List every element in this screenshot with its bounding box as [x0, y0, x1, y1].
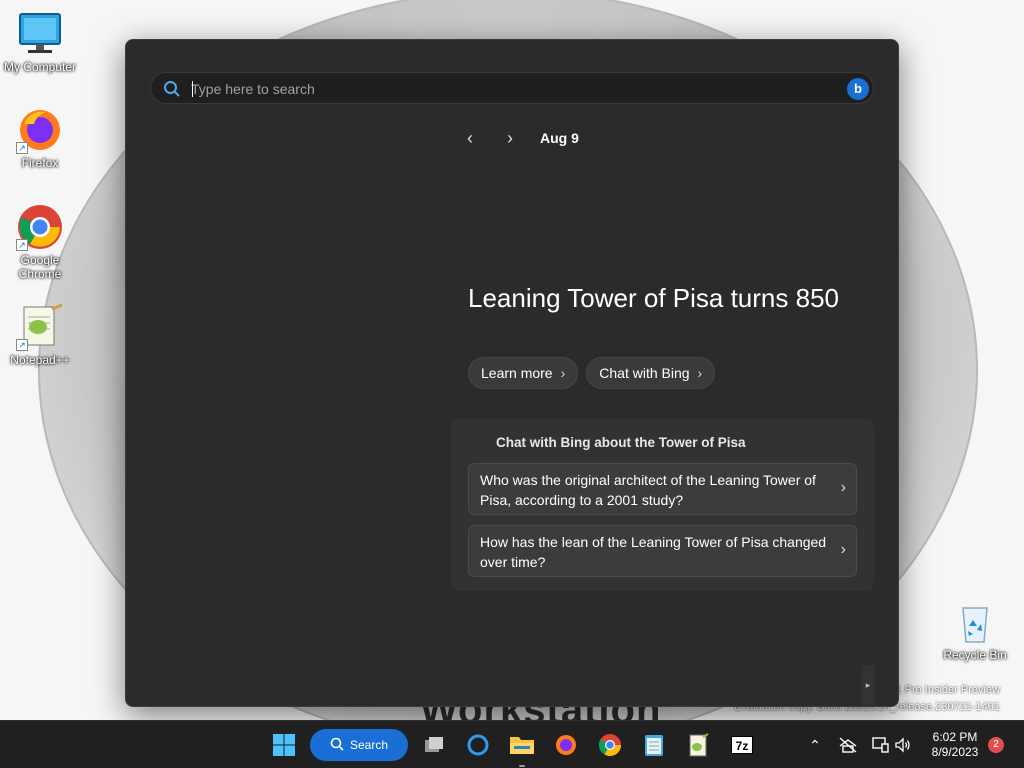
chrome-icon[interactable] — [594, 729, 626, 761]
taskbar-search-button[interactable]: Search — [310, 729, 408, 761]
shortcut-arrow-icon: ↗ — [16, 239, 28, 251]
monitor-icon — [16, 10, 64, 58]
search-flyout: b ‹ › Aug 9 Leaning Tower of Pisa turns … — [125, 39, 899, 707]
desktop-icon-label: Google Chrome — [18, 253, 62, 281]
clock[interactable]: 6:02 PM 8/9/2023 — [920, 730, 990, 760]
desktop-icon-recycle-bin[interactable]: Recycle Bin — [935, 598, 1015, 662]
taskbar-search-label: Search — [349, 738, 389, 752]
chevron-right-icon: › — [560, 365, 566, 381]
highlight-date: Aug 9 — [540, 130, 579, 146]
learn-more-label: Learn more — [481, 365, 553, 381]
desktop-icon-firefox[interactable]: ↗ Firefox — [0, 106, 80, 170]
chevron-right-icon: › — [840, 479, 846, 496]
cortana-icon[interactable] — [462, 729, 494, 761]
suggested-question[interactable]: How has the lean of the Leaning Tower of… — [468, 525, 857, 577]
desktop-icon-notepadpp[interactable]: ↗ Notepad++ — [0, 303, 80, 367]
question-text: Who was the original architect of the Le… — [480, 472, 816, 508]
desktop-icon-my-computer[interactable]: My Computer — [0, 10, 80, 74]
file-explorer-icon[interactable] — [506, 729, 538, 761]
search-box[interactable]: b — [150, 72, 874, 104]
notepadpp-icon[interactable] — [682, 729, 714, 761]
highlight-actions: Learn more › Chat with Bing › — [468, 357, 716, 389]
desktop-icon-label: Firefox — [21, 156, 59, 170]
watermark-line1: 11 Pro Insider Preview — [890, 684, 1000, 696]
chevron-up-icon[interactable]: ⌃ — [800, 729, 830, 761]
notepad-icon[interactable] — [638, 729, 670, 761]
chevron-right-icon[interactable]: › — [498, 126, 522, 150]
taskbar: Search 7z ⌃ 6:02 PM 8/9/2023 2 — [0, 720, 1024, 768]
learn-more-button[interactable]: Learn more › — [468, 357, 579, 389]
notepadpp-icon: ↗ — [16, 303, 64, 351]
chat-card-title: Chat with Bing about the Tower of Pisa — [496, 435, 746, 450]
bing-chat-icon[interactable]: b — [847, 78, 869, 100]
chevron-right-icon: › — [697, 365, 703, 381]
chevron-right-icon: › — [840, 541, 846, 558]
highlight-headline: Leaning Tower of Pisa turns 850 — [468, 283, 839, 313]
desktop-icon-label: My Computer — [3, 60, 77, 74]
chevron-left-icon[interactable]: ‹ — [458, 126, 482, 150]
7zip-label: 7z — [731, 736, 753, 754]
chat-with-bing-label: Chat with Bing — [599, 365, 690, 381]
search-icon — [163, 80, 181, 98]
shortcut-arrow-icon: ↗ — [16, 339, 28, 351]
7zip-icon[interactable]: 7z — [726, 729, 758, 761]
search-input[interactable] — [191, 77, 831, 101]
start-icon[interactable] — [268, 729, 300, 761]
chat-with-bing-button[interactable]: Chat with Bing › — [586, 357, 716, 389]
recycle-bin-icon — [951, 598, 999, 646]
desktop-icon-label: Recycle Bin — [943, 648, 1007, 662]
firefox-icon[interactable] — [550, 729, 582, 761]
running-indicator — [519, 765, 525, 767]
desktop-icon-chrome[interactable]: ↗ Google Chrome — [0, 203, 80, 281]
network-off-icon[interactable] — [834, 729, 862, 761]
clock-date: 8/9/2023 — [931, 745, 979, 759]
notification-badge[interactable]: 2 — [988, 737, 1004, 753]
task-view-icon[interactable] — [418, 729, 450, 761]
scroll-right-icon[interactable]: ▸ — [862, 665, 874, 705]
question-text: How has the lean of the Leaning Tower of… — [480, 534, 827, 570]
volume-icon[interactable] — [890, 729, 916, 761]
search-icon — [330, 737, 344, 754]
chrome-icon: ↗ — [16, 203, 64, 251]
date-navigator: ‹ › Aug 9 — [458, 126, 579, 150]
firefox-icon: ↗ — [16, 106, 64, 154]
shortcut-arrow-icon: ↗ — [16, 142, 28, 154]
bing-chat-card: Chat with Bing about the Tower of Pisa W… — [451, 419, 874, 591]
desktop-icon-label: Notepad++ — [10, 353, 70, 367]
suggested-question[interactable]: Who was the original architect of the Le… — [468, 463, 857, 515]
clock-time: 6:02 PM — [932, 730, 978, 744]
text-caret — [192, 81, 193, 97]
